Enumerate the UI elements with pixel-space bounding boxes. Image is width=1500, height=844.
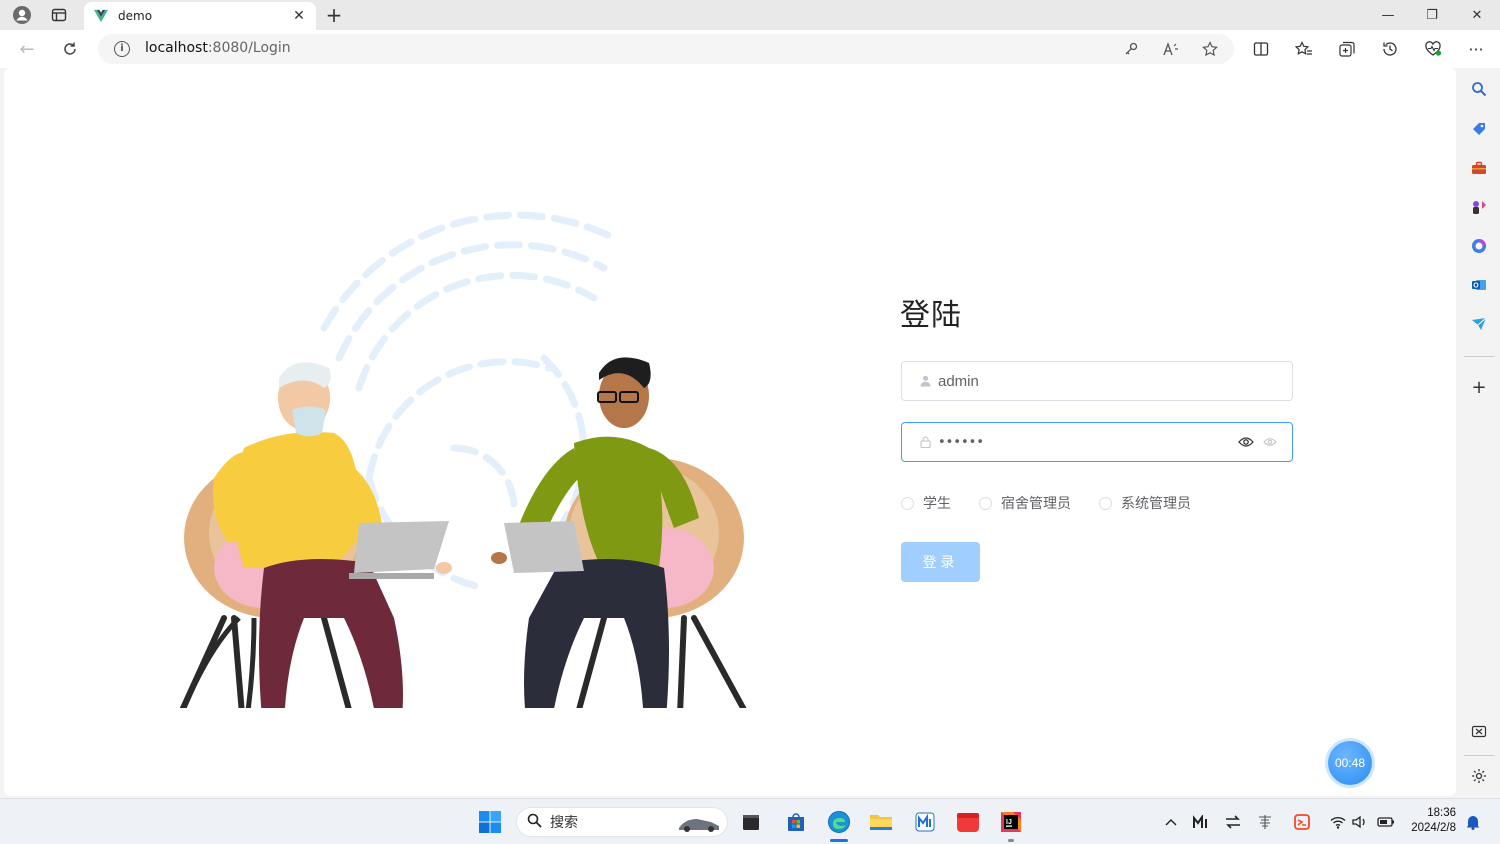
role-radio-student[interactable]: 学生 — [901, 493, 951, 513]
taskbar-edge-icon[interactable] — [826, 809, 852, 835]
back-arrow-icon[interactable]: ← — [13, 36, 41, 62]
profile-icon[interactable] — [9, 3, 35, 27]
clock-date: 2024/2/8 — [1411, 822, 1456, 834]
radio-circle[interactable] — [901, 496, 914, 510]
tray-wifi-icon[interactable] — [1328, 812, 1348, 832]
search-icon — [527, 813, 542, 832]
taskbar-search-box[interactable]: 搜索 — [516, 807, 728, 837]
taskbar-file-explorer-icon[interactable] — [868, 809, 894, 835]
windows-start-icon[interactable] — [477, 809, 503, 835]
windows-taskbar: 搜索 IJ 18:36 2024/2/8 — [0, 798, 1500, 844]
taskbar-chart-app-icon[interactable] — [912, 809, 938, 835]
taskbar-clock[interactable]: 18:36 2024/2/8 — [1404, 806, 1456, 836]
radio-circle[interactable] — [1099, 496, 1112, 510]
history-icon[interactable] — [1378, 37, 1402, 61]
sidebar-divider — [1464, 356, 1494, 357]
favorites-icon[interactable] — [1292, 37, 1316, 61]
vue-logo-icon — [94, 9, 108, 23]
svg-text:O: O — [1473, 283, 1479, 290]
taskbar-file-viewer-icon[interactable] — [738, 809, 764, 835]
sidebar-office-icon[interactable] — [1468, 235, 1490, 257]
refresh-icon[interactable] — [56, 36, 84, 62]
role-radio-group: 学生 宿舍管理员 系统管理员 — [901, 493, 1219, 513]
username-input[interactable] — [938, 372, 1292, 390]
tray-volume-icon[interactable] — [1350, 812, 1370, 832]
running-app-indicator — [1008, 839, 1014, 842]
radio-label: 宿舍管理员 — [1001, 496, 1071, 512]
sidebar-add-icon[interactable]: + — [1468, 376, 1490, 398]
password-field[interactable]: •••••• — [901, 422, 1293, 462]
browser-tab[interactable]: demo ✕ — [84, 2, 316, 30]
login-button[interactable]: 登录 — [901, 542, 980, 582]
site-info-icon[interactable]: i — [114, 41, 130, 57]
role-radio-dorm-manager[interactable]: 宿舍管理员 — [979, 493, 1071, 513]
sidebar-divider — [1464, 755, 1494, 756]
radio-label: 系统管理员 — [1121, 496, 1191, 512]
sidebar-games-icon[interactable] — [1468, 196, 1490, 218]
new-tab-button[interactable]: + — [322, 3, 346, 27]
username-field[interactable] — [901, 361, 1293, 401]
tab-close-icon[interactable]: ✕ — [290, 7, 308, 25]
favorite-star-icon[interactable] — [1199, 38, 1221, 60]
search-placeholder: 搜索 — [550, 815, 578, 831]
read-aloud-icon[interactable] — [1160, 38, 1182, 60]
restore-button[interactable]: ❐ — [1410, 0, 1454, 30]
sidebar-toolbox-icon[interactable] — [1468, 157, 1490, 179]
sidebar-outlook-icon[interactable]: O — [1468, 274, 1490, 296]
browser-tab-strip: demo ✕ + — ❐ ✕ — [0, 0, 1500, 30]
tray-chart-app-icon[interactable] — [1191, 812, 1211, 832]
tray-wps-icon[interactable] — [1292, 812, 1312, 832]
address-bar[interactable]: i localhost:8080/Login — [98, 34, 1234, 64]
svg-text:IJ: IJ — [1006, 819, 1012, 826]
collections-icon[interactable] — [1335, 37, 1359, 61]
radio-label: 学生 — [923, 496, 951, 512]
recording-timer-badge[interactable]: 00:48 — [1328, 741, 1372, 785]
password-input[interactable]: •••••• — [938, 435, 1236, 450]
split-screen-icon[interactable] — [1249, 37, 1273, 61]
login-title: 登陆 — [900, 298, 962, 333]
more-menu-icon[interactable]: ··· — [1464, 37, 1488, 61]
role-radio-system-admin[interactable]: 系统管理员 — [1099, 493, 1191, 513]
close-window-button[interactable]: ✕ — [1455, 0, 1499, 30]
radio-circle[interactable] — [979, 496, 992, 510]
lock-icon — [918, 435, 932, 449]
tray-battery-icon[interactable] — [1376, 812, 1396, 832]
taskbar-store-icon[interactable] — [783, 809, 809, 835]
page-viewport: 登陆 •••••• 学生 宿舍管理员 系统管理员 登录 — [4, 68, 1456, 796]
sidebar-send-icon[interactable] — [1468, 313, 1490, 335]
taskbar-red-app-icon[interactable] — [955, 809, 981, 835]
browser-toolbar: ← i localhost:8080/Login ··· — [0, 30, 1500, 68]
view-password-eye-icon[interactable] — [1260, 432, 1280, 452]
sidebar-settings-gear-icon[interactable] — [1468, 765, 1490, 787]
tray-transfer-icon[interactable] — [1223, 812, 1243, 832]
search-highlight-car-icon — [679, 819, 719, 832]
taskbar-intellij-icon[interactable]: IJ — [998, 809, 1024, 835]
tab-title: demo — [118, 9, 153, 23]
tray-overflow-chevron-icon[interactable] — [1161, 812, 1181, 832]
url-text: localhost:8080/Login — [145, 40, 291, 56]
minimize-button[interactable]: — — [1366, 0, 1410, 30]
login-illustration — [179, 211, 747, 708]
tab-actions-icon[interactable] — [46, 3, 72, 27]
show-password-eye-icon[interactable] — [1236, 432, 1256, 452]
sidebar-screenshot-icon[interactable] — [1468, 721, 1490, 743]
active-app-indicator — [830, 839, 848, 842]
user-icon — [918, 374, 932, 388]
password-key-icon[interactable] — [1120, 38, 1142, 60]
sidebar-shopping-tag-icon[interactable] — [1468, 118, 1490, 140]
sidebar-search-icon[interactable] — [1468, 78, 1490, 100]
clock-time: 18:36 — [1427, 807, 1456, 819]
tray-ime-icon[interactable] — [1255, 812, 1275, 832]
performance-heart-icon[interactable] — [1421, 37, 1445, 61]
notification-bell-icon[interactable] — [1463, 812, 1483, 832]
browser-sidebar: O + — [1458, 68, 1500, 796]
